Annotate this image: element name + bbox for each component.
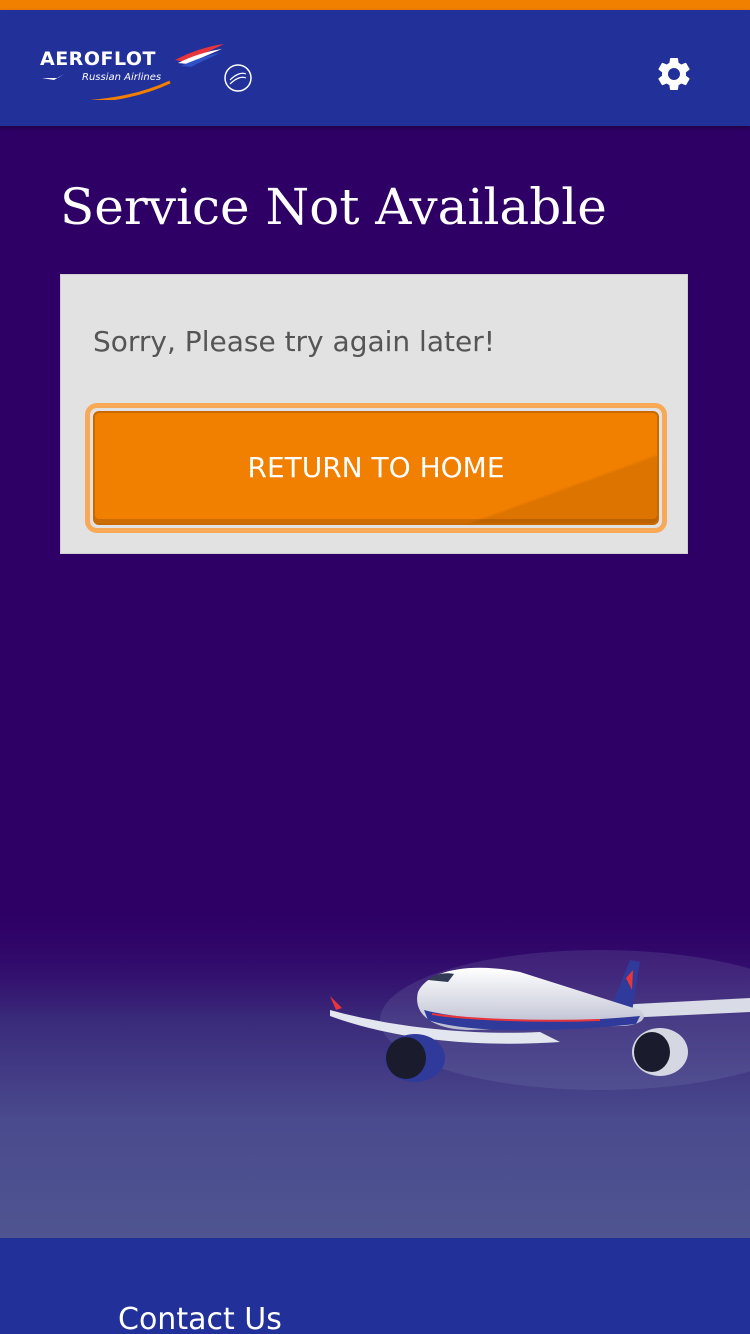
app-screen: AEROFLOT Russian Airlines Service Not Av… bbox=[0, 0, 750, 1334]
app-header: AEROFLOT Russian Airlines bbox=[0, 10, 750, 126]
gear-icon bbox=[658, 57, 690, 90]
aeroflot-logo[interactable]: AEROFLOT Russian Airlines bbox=[40, 40, 255, 100]
error-card: Sorry, Please try again later! RETURN TO… bbox=[60, 274, 688, 554]
top-accent-bar bbox=[0, 0, 750, 10]
page-title: Service Not Available bbox=[60, 178, 607, 236]
airplane-background-image bbox=[0, 900, 750, 1238]
contact-us-link[interactable]: Contact Us bbox=[118, 1302, 282, 1334]
return-to-home-button[interactable]: RETURN TO HOME bbox=[93, 411, 659, 525]
settings-button[interactable] bbox=[654, 54, 694, 94]
error-message: Sorry, Please try again later! bbox=[93, 325, 495, 358]
brand-name: AEROFLOT bbox=[40, 48, 156, 70]
app-footer: Contact Us bbox=[0, 1238, 750, 1334]
brand-tagline: Russian Airlines bbox=[82, 72, 162, 83]
